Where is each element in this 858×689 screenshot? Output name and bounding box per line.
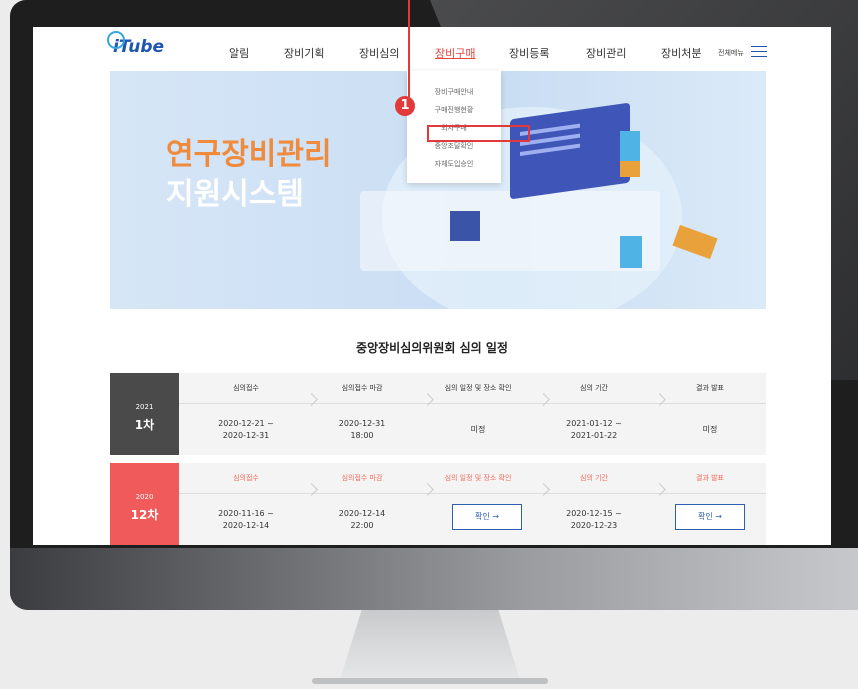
illustration-block-blue-2: [620, 236, 642, 268]
illustration-block-blue: [620, 131, 640, 161]
nav-alert[interactable]: 알림: [229, 45, 249, 61]
illustration-card: [672, 224, 718, 260]
header-receipt: 심의접수: [233, 384, 259, 392]
monitor-stand: [340, 610, 520, 680]
review-confirm-button[interactable]: 확인 →: [452, 504, 522, 530]
nav-equipment-disposal[interactable]: 장비처분: [661, 45, 701, 61]
header-review-period: 심의 기간: [580, 474, 608, 482]
row-divider: [179, 493, 766, 494]
illustration-screen-small: [450, 211, 480, 241]
header-receipt-deadline: 심의접수 마감: [341, 474, 383, 482]
row-round: 1차: [134, 418, 155, 432]
cell-review-date: 미정: [470, 425, 486, 434]
row-year-box: 2021 1차: [110, 373, 179, 455]
header-review-date: 심의 일정 및 장소 확인: [444, 384, 512, 392]
monitor-stand-base: [312, 678, 548, 684]
cell-review-period: 2021-01-12 ~ 2021-01-22: [566, 419, 622, 440]
schedule-row-2021: 2021 1차 심의접수 심의접수 마감 심의 일정 및 장소 확인 심의 기간…: [110, 373, 766, 455]
header-result: 결과 발표: [696, 384, 724, 392]
cell-review-period: 2020-12-15 ~ 2020-12-23: [566, 509, 622, 530]
monitor-chin: [10, 548, 858, 610]
header-review-period: 심의 기간: [580, 384, 608, 392]
arrow-right-icon: →: [492, 512, 499, 521]
header-receipt-deadline: 심의접수 마감: [341, 384, 383, 392]
row-year-box: 2020 12차: [110, 463, 179, 545]
callout-line: [408, 0, 410, 97]
schedule-row-2020: 2020 12차 심의접수 심의접수 마감 심의 일정 및 장소 확인 심의 기…: [110, 463, 766, 545]
row-year: 2021: [135, 403, 154, 411]
cell-receipt: 2020-12-21 ~ 2020-12-31: [218, 419, 274, 440]
row-round: 12차: [130, 508, 159, 522]
purchase-dropdown-menu: 장비구매안내 구매진행현황 외자구매 중앙조달확인 자체도입승인: [407, 71, 530, 183]
nav-equipment-review[interactable]: 장비심의: [359, 45, 399, 61]
row-divider: [179, 403, 766, 404]
all-menu-label[interactable]: 전체메뉴: [718, 48, 744, 58]
header-review-date: 심의 일정 및 장소 확인: [444, 474, 512, 482]
hero-title-line2: 지원시스템: [166, 177, 304, 212]
website-screen: iTube 알림 장비기획 장비심의 장비구매 장비등록 장비관리 장비처분 전…: [33, 27, 831, 545]
nav-equipment-manage[interactable]: 장비관리: [586, 45, 626, 61]
arrow-right-icon: →: [715, 512, 722, 521]
cell-deadline: 2020-12-14 22:00: [338, 509, 386, 530]
nav-equipment-planning[interactable]: 장비기획: [284, 45, 324, 61]
row-year: 2020: [135, 493, 154, 501]
illustration-monitor: [510, 102, 630, 200]
illustration-block-orange: [620, 161, 640, 177]
nav-equipment-register[interactable]: 장비등록: [509, 45, 549, 61]
schedule-title: 중앙장비심의위원회 심의 일정: [356, 341, 508, 355]
nav-equipment-purchase[interactable]: 장비구매: [435, 45, 475, 61]
site-header: iTube 알림 장비기획 장비심의 장비구매 장비등록 장비관리 장비처분 전…: [33, 27, 831, 71]
illustration-platform: [360, 191, 660, 271]
header-result: 결과 발표: [696, 474, 724, 482]
dropdown-highlight-box: [427, 125, 530, 142]
cell-deadline: 2020-12-31 18:00: [338, 419, 386, 440]
cell-result: 미정: [702, 425, 718, 434]
itube-logo[interactable]: iTube: [107, 31, 164, 57]
hamburger-menu-icon[interactable]: [751, 46, 767, 61]
cell-receipt: 2020-11-16 ~ 2020-12-14: [218, 509, 274, 530]
dropdown-item-self-approval[interactable]: 자체도입승인: [407, 159, 501, 169]
header-receipt: 심의접수: [233, 474, 259, 482]
callout-badge: 1: [395, 96, 415, 116]
dropdown-item-purchase-status[interactable]: 구매진행현황: [407, 105, 501, 115]
result-confirm-button[interactable]: 확인 →: [675, 504, 745, 530]
logo-ring-icon: [107, 31, 125, 49]
dropdown-item-central-procurement[interactable]: 중앙조달확인: [407, 141, 501, 151]
dropdown-item-purchase-guide[interactable]: 장비구매안내: [407, 87, 501, 97]
hero-title-line1: 연구장비관리: [166, 137, 332, 172]
